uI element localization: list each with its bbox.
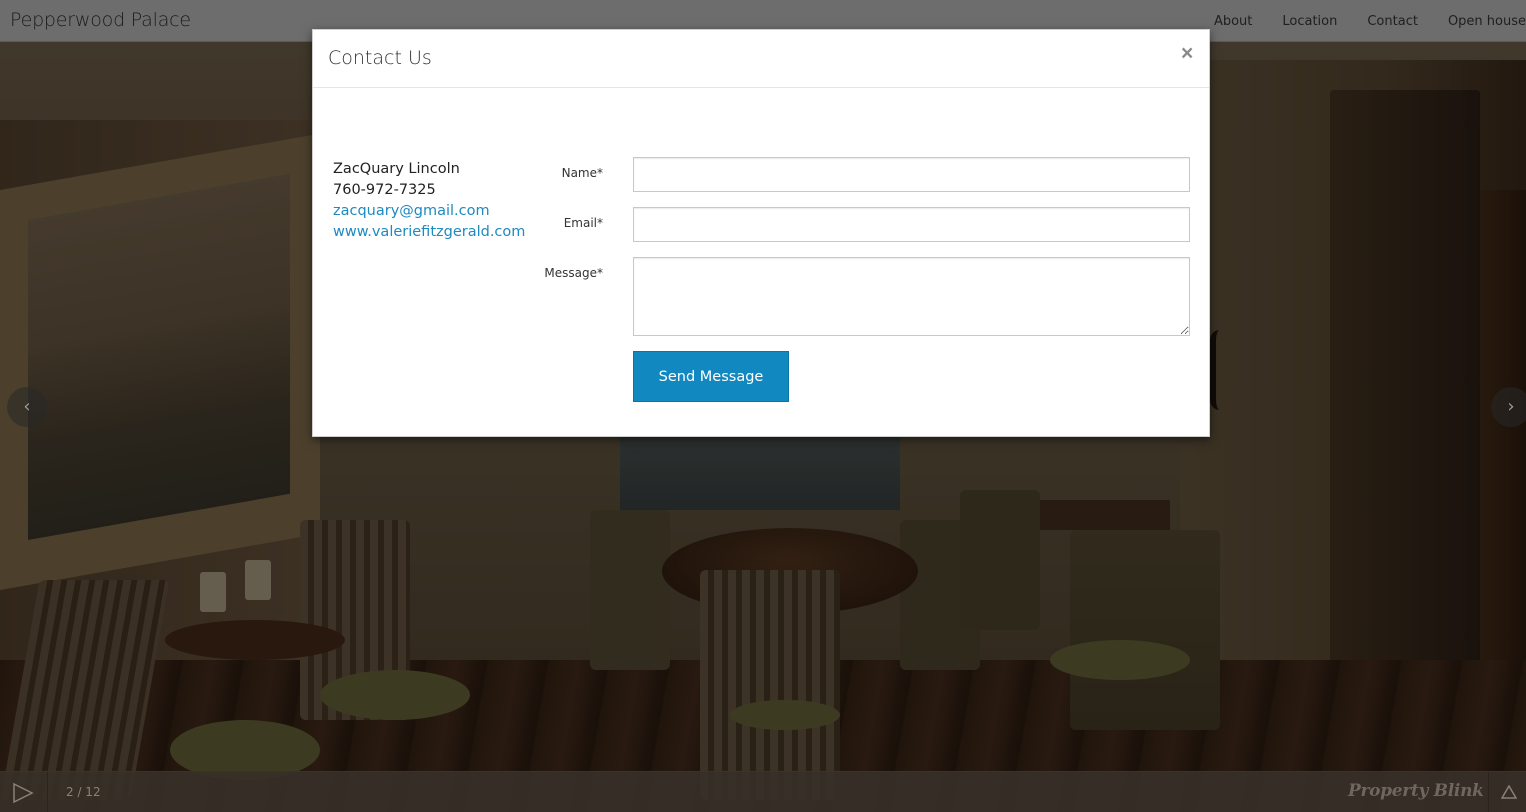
name-label: Name*	[561, 166, 603, 180]
site-brand[interactable]: Pepperwood Palace	[10, 9, 191, 31]
prev-slide-button[interactable]: ‹	[7, 387, 47, 427]
slide-counter: 2 / 12	[66, 785, 101, 799]
expand-button[interactable]	[1488, 772, 1526, 812]
email-label: Email*	[563, 216, 603, 230]
modal-title: Contact Us	[328, 47, 432, 69]
email-field[interactable]	[633, 207, 1190, 242]
modal-header: Contact Us ×	[313, 30, 1209, 88]
message-field[interactable]	[633, 257, 1190, 336]
nav-link-contact[interactable]: Contact	[1352, 14, 1433, 29]
nav-link-about[interactable]: About	[1199, 14, 1267, 29]
chevron-right-icon: ›	[1507, 396, 1515, 417]
close-icon[interactable]: ×	[1181, 43, 1193, 64]
message-label: Message*	[544, 266, 603, 280]
nav-links: About Location Contact Open house	[1199, 0, 1526, 42]
play-icon	[13, 783, 34, 803]
nav-link-location[interactable]: Location	[1267, 14, 1352, 29]
nav-link-open-house[interactable]: Open house	[1433, 14, 1526, 29]
next-slide-button[interactable]: ›	[1491, 387, 1526, 427]
send-message-button[interactable]: Send Message	[633, 351, 789, 402]
agent-phone: 760-972-7325	[333, 182, 436, 198]
triangle-up-icon	[1501, 785, 1517, 799]
chevron-left-icon: ‹	[23, 396, 31, 417]
slideshow-controls: 2 / 12 Property Blink	[0, 771, 1526, 812]
property-blink-logo[interactable]: Property Blink	[1348, 781, 1484, 801]
name-field[interactable]	[633, 157, 1190, 192]
play-button[interactable]	[0, 772, 48, 812]
contact-modal: Contact Us × ZacQuary Lincoln 760-972-73…	[312, 29, 1210, 437]
